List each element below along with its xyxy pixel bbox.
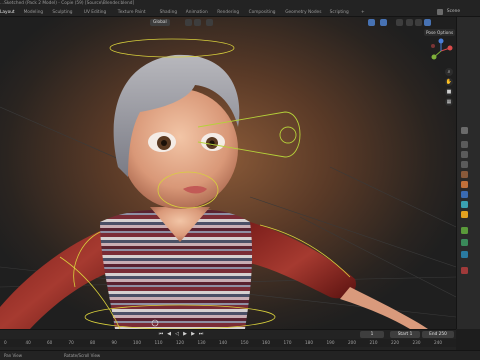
rendered-shading-icon[interactable] [424,19,431,26]
end-label: End [429,332,438,337]
material-shading-icon[interactable] [415,19,422,26]
armature-data-icon[interactable] [461,211,468,218]
ruler-tick: 150 [240,340,249,345]
ruler-tick: 120 [176,340,184,345]
physics-properties-icon[interactable] [461,201,468,208]
ruler-tick: 170 [283,340,292,345]
tool-properties-icon[interactable] [461,127,468,134]
transform-orientation-dropdown[interactable]: Global [150,19,170,26]
pose-options-dropdown[interactable]: Pose Options [424,29,456,36]
render-properties-icon[interactable] [461,141,468,148]
start-label: Start [397,332,409,337]
play-icon[interactable]: ▶ [182,331,188,337]
navigation-gizmo[interactable] [428,38,454,64]
scene-selector[interactable]: Scene [447,9,460,14]
data-properties-icon[interactable] [461,251,468,258]
bone-properties-icon[interactable] [461,227,468,234]
scene-icon[interactable] [437,9,443,15]
ruler-tick: 90 [111,340,117,345]
ruler-tick: 160 [262,340,270,345]
end-frame-field[interactable]: End 250 [422,331,454,338]
tab-sculpting[interactable]: Sculpting [52,9,72,16]
view-layer-icon[interactable] [461,161,468,168]
ruler-tick: 0 [4,340,7,345]
ruler-tick: 230 [412,340,421,345]
material-properties-icon[interactable] [461,267,468,274]
viewport-toggle-icon[interactable] [368,19,375,26]
start-value: 1 [409,332,413,337]
right-forearm [340,287,428,329]
end-value: 250 [438,332,447,337]
current-frame-field[interactable]: 1 [360,331,384,338]
object-properties-icon[interactable] [461,181,468,188]
window-title: ...Sketched (Pack 2 Model) - Copie (59) … [0,1,135,6]
jump-start-icon[interactable]: ⏮ [158,331,164,337]
hand-icon[interactable]: ✋ [445,78,453,86]
tab-modeling[interactable]: Modeling [24,9,44,16]
grid-icon[interactable]: ▦ [445,98,453,106]
tab-geometry-nodes[interactable]: Geometry Nodes [285,9,321,16]
tab-compositing[interactable]: Compositing [249,9,276,16]
modifier-properties-icon[interactable] [461,191,468,198]
ruler-tick: 200 [348,340,356,345]
start-frame-field[interactable]: Start 1 [390,331,420,338]
tab-shading[interactable]: Shading [160,9,177,16]
snap-icon[interactable] [194,19,201,26]
ruler-tick: 130 [197,340,206,345]
ruler-tick: 40 [25,340,31,345]
right-arm-sleeve [245,222,356,299]
tab-texture-paint[interactable]: Texture Paint [118,9,146,16]
status-hint-pan: Pan View [4,353,22,358]
tab-animation[interactable]: Animation [186,9,208,16]
ruler-tick: 180 [305,340,313,345]
ruler-tick: 70 [68,340,74,345]
bone-constraint-icon[interactable] [461,239,468,246]
next-key-icon[interactable]: ▶ [190,331,196,337]
ruler-tick: 140 [219,340,227,345]
prev-key-icon[interactable]: ◀ [166,331,172,337]
tab-layout[interactable]: Layout [0,9,15,16]
ruler-tick: 80 [90,340,96,345]
ruler-tick: 240 [434,340,442,345]
jump-end-icon[interactable]: ⏭ [198,331,204,337]
tab-[interactable]: + [361,9,365,16]
play-reverse-icon[interactable]: ◁ [174,331,180,337]
playback-controls: ⏮ ◀ ◁ ▶ ▶ ⏭ 1 Start 1 End 250 [0,330,456,339]
xray-icon[interactable] [396,19,403,26]
pivot-icon[interactable] [185,19,192,26]
viewport-header: Global [0,17,456,28]
tab-scripting[interactable]: Scripting [330,9,349,16]
scene-properties-icon[interactable] [461,171,468,178]
camera-icon[interactable]: ■ [445,88,453,96]
status-bar: Pan View Rotate/Scroll View [0,350,480,360]
overlay-icon[interactable] [380,19,387,26]
top-bar: ...Sketched (Pack 2 Model) - Copie (59) … [0,0,480,17]
viewport-scene [0,38,456,329]
output-properties-icon[interactable] [461,151,468,158]
zoom-icon[interactable]: ⌕ [445,68,453,76]
3d-viewport[interactable] [0,17,456,329]
ruler-tick: 210 [369,340,378,345]
proportional-icon[interactable] [206,19,213,26]
tab-uv-editing[interactable]: UV Editing [84,9,106,16]
tab-rendering[interactable]: Rendering [217,9,239,16]
properties-panel [456,17,480,329]
ruler-tick: 220 [391,340,399,345]
ruler-tick: 110 [154,340,163,345]
status-hint-rotate: Rotate/Scroll View [64,353,101,358]
ruler-tick: 100 [133,340,141,345]
ruler-tick: 60 [47,340,53,345]
solid-shading-icon[interactable] [406,19,413,26]
ruler-tick: 190 [326,340,335,345]
